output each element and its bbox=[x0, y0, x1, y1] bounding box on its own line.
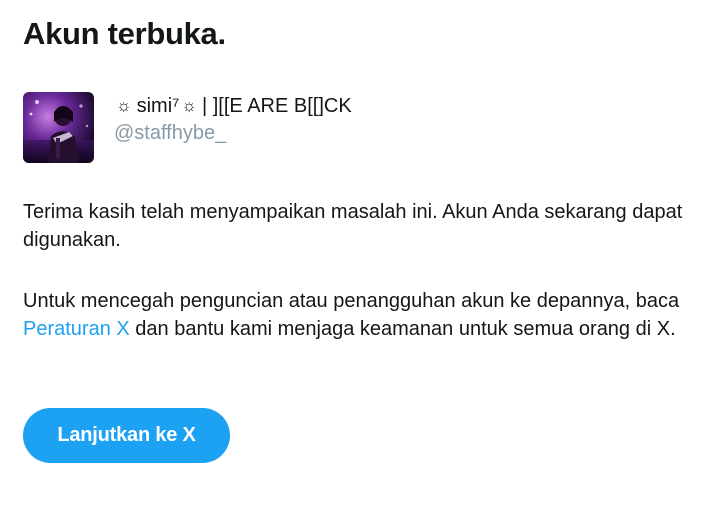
rules-link[interactable]: Peraturan X bbox=[23, 318, 130, 340]
prevention-message-end: dan bantu kami menjaga keamanan untuk se… bbox=[129, 318, 676, 340]
avatar bbox=[23, 92, 94, 163]
account-card: ☼ simi⁷ ☼ | ][[E ARE B[[]CK @staffhybe_ bbox=[23, 92, 352, 163]
continue-button[interactable]: Lanjutkan ke X bbox=[23, 408, 230, 463]
confirmation-message: Terima kasih telah menyampaikan masalah … bbox=[23, 201, 683, 251]
prevention-message-start: Untuk mencegah penguncian atau penangguh… bbox=[23, 290, 680, 312]
page-title: Akun terbuka. bbox=[23, 16, 226, 51]
account-info: ☼ simi⁷ ☼ | ][[E ARE B[[]CK @staffhybe_ bbox=[114, 94, 352, 145]
username: @staffhybe_ bbox=[114, 122, 227, 144]
profile-photo-icon bbox=[23, 92, 94, 163]
display-name-part-1: simi⁷ bbox=[136, 95, 180, 117]
prevention-message: Untuk mencegah penguncian atau penangguh… bbox=[23, 287, 713, 343]
display-name-part-2: | ][[E ARE B[[]CK bbox=[201, 95, 352, 117]
sun-icon: ☼ bbox=[181, 96, 197, 115]
sun-icon: ☼ bbox=[116, 96, 132, 115]
display-name: ☼ simi⁷ ☼ | ][[E ARE B[[]CK bbox=[114, 94, 352, 118]
